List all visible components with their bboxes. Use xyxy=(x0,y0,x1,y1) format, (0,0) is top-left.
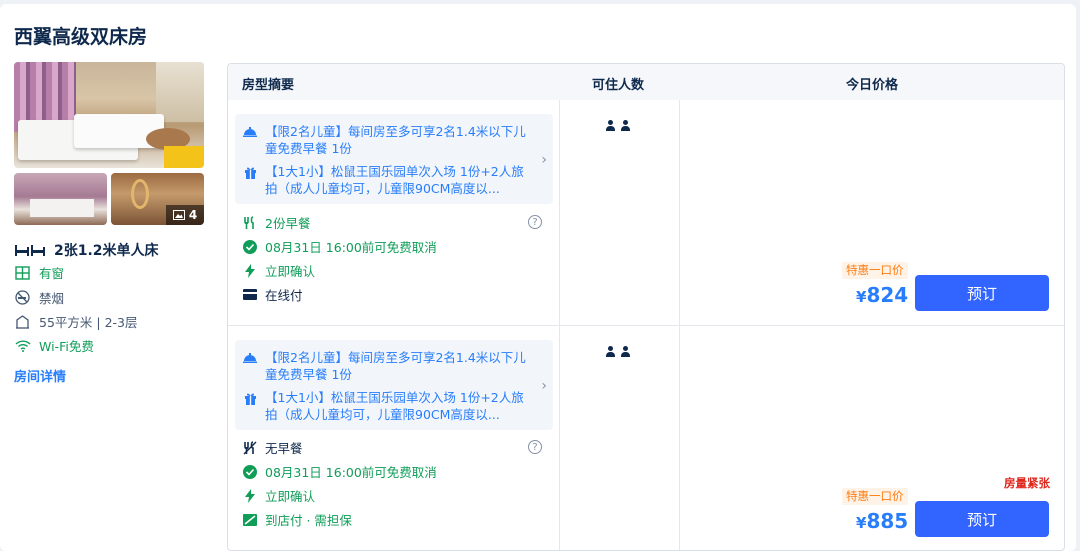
package-box[interactable]: 【限2名儿童】每间房至多可享2名1.4米以下儿童免费早餐 1份 【1大1小】松鼠… xyxy=(235,114,553,204)
help-icon[interactable]: ? xyxy=(528,440,542,454)
feature-label: 55平方米 | 2-3层 xyxy=(39,315,138,330)
person-icon xyxy=(606,120,615,131)
bed-type: 2张1.2米单人床 xyxy=(54,243,159,259)
person-icon xyxy=(621,120,630,131)
room-details-link[interactable]: 房间详情 xyxy=(14,366,66,385)
pay-at-hotel-icon xyxy=(242,512,257,527)
room-title: 西翼高级双床房 xyxy=(14,26,148,48)
photo-count-badge: 4 xyxy=(166,205,204,225)
window-icon xyxy=(14,265,31,281)
package-line-gift: 【1大1小】松鼠王国乐园单次入场 1份+2人旅拍（成人儿童均可，儿童限90CM高… xyxy=(243,389,533,423)
check-circle-icon xyxy=(242,464,257,479)
header-occupancy: 可住人数 xyxy=(592,78,645,93)
header-summary: 房型摘要 xyxy=(242,78,295,93)
occupancy-icons xyxy=(606,346,630,357)
utensils-icon xyxy=(242,215,257,230)
check-circle-icon xyxy=(242,239,257,254)
table-header: 房型摘要 可住人数 今日价格 xyxy=(228,64,1064,100)
instant-confirm: 立即确认 xyxy=(242,486,315,505)
help-icon[interactable]: ? xyxy=(528,215,542,229)
room-thumbnail-more[interactable]: 4 xyxy=(111,173,204,225)
lightning-icon xyxy=(242,263,257,278)
dish-icon xyxy=(243,125,257,139)
payment-method: 在线付 xyxy=(242,285,303,304)
lightning-icon xyxy=(242,488,257,503)
image-icon xyxy=(172,210,185,220)
person-icon xyxy=(606,346,615,357)
bed-icon xyxy=(15,245,45,256)
gift-icon xyxy=(243,165,257,179)
book-button[interactable]: 预订 xyxy=(915,501,1049,537)
feature-wifi: Wi-Fi免费 xyxy=(14,336,94,355)
price: ¥885 xyxy=(856,509,909,533)
promo-badge: 特惠一口价 xyxy=(842,488,908,505)
no-meal-icon xyxy=(242,440,257,455)
low-availability-label: 房量紧张 xyxy=(1004,476,1050,490)
package-line-breakfast: 【限2名儿童】每间房至多可享2名1.4米以下儿童免费早餐 1份 xyxy=(243,349,533,383)
card-icon xyxy=(242,287,257,302)
room-thumbnail[interactable] xyxy=(14,173,107,225)
package-line-breakfast: 【限2名儿童】每间房至多可享2名1.4米以下儿童免费早餐 1份 xyxy=(243,123,533,157)
feature-no-smoking: 禁烟 xyxy=(14,288,64,307)
chevron-right-icon[interactable]: › xyxy=(541,152,547,168)
book-button[interactable]: 预订 xyxy=(915,275,1049,311)
feature-label: Wi-Fi免费 xyxy=(39,339,94,354)
gift-icon xyxy=(243,391,257,405)
rate-row: 【限2名儿童】每间房至多可享2名1.4米以下儿童免费早餐 1份 【1大1小】松鼠… xyxy=(228,100,1064,325)
wifi-icon xyxy=(14,338,31,354)
header-price: 今日价格 xyxy=(846,78,899,93)
occupancy-icons xyxy=(606,120,630,131)
person-icon xyxy=(621,346,630,357)
dish-icon xyxy=(243,351,257,365)
feature-window: 有窗 xyxy=(14,263,64,282)
feature-area: 55平方米 | 2-3层 xyxy=(14,312,137,331)
promo-badge: 特惠一口价 xyxy=(842,262,908,279)
cancel-policy: 08月31日 16:00前可免费取消 xyxy=(242,462,437,481)
cancel-policy: 08月31日 16:00前可免费取消 xyxy=(242,237,437,256)
payment-method: 到店付 · 需担保 xyxy=(242,510,352,529)
rate-table: 房型摘要 可住人数 今日价格 【限2名儿童】每间房至多可享2名1.4米以下儿童免… xyxy=(227,63,1065,551)
instant-confirm: 立即确认 xyxy=(242,261,315,280)
bed-info: 2张1.2米单人床 xyxy=(14,240,159,260)
photo-count: 4 xyxy=(188,208,198,222)
rate-row: 【限2名儿童】每间房至多可享2名1.4米以下儿童免费早餐 1份 【1大1小】松鼠… xyxy=(228,326,1064,550)
meal-info: 无早餐 xyxy=(242,438,303,457)
chevron-right-icon[interactable]: › xyxy=(541,378,547,394)
room-main-photo[interactable] xyxy=(14,62,204,168)
package-line-gift: 【1大1小】松鼠王国乐园单次入场 1份+2人旅拍（成人儿童均可，儿童限90CM高… xyxy=(243,163,533,197)
price: ¥824 xyxy=(856,283,909,307)
meal-info: 2份早餐 xyxy=(242,213,310,232)
area-icon xyxy=(14,314,31,330)
feature-label: 有窗 xyxy=(39,266,65,281)
room-card: 西翼高级双床房 4 2张1.2米单人床 有窗 禁烟 55平方米 | 2-3层 W… xyxy=(0,4,1076,551)
feature-label: 禁烟 xyxy=(39,291,65,306)
package-box[interactable]: 【限2名儿童】每间房至多可享2名1.4米以下儿童免费早餐 1份 【1大1小】松鼠… xyxy=(235,340,553,430)
no-smoking-icon xyxy=(14,290,31,306)
